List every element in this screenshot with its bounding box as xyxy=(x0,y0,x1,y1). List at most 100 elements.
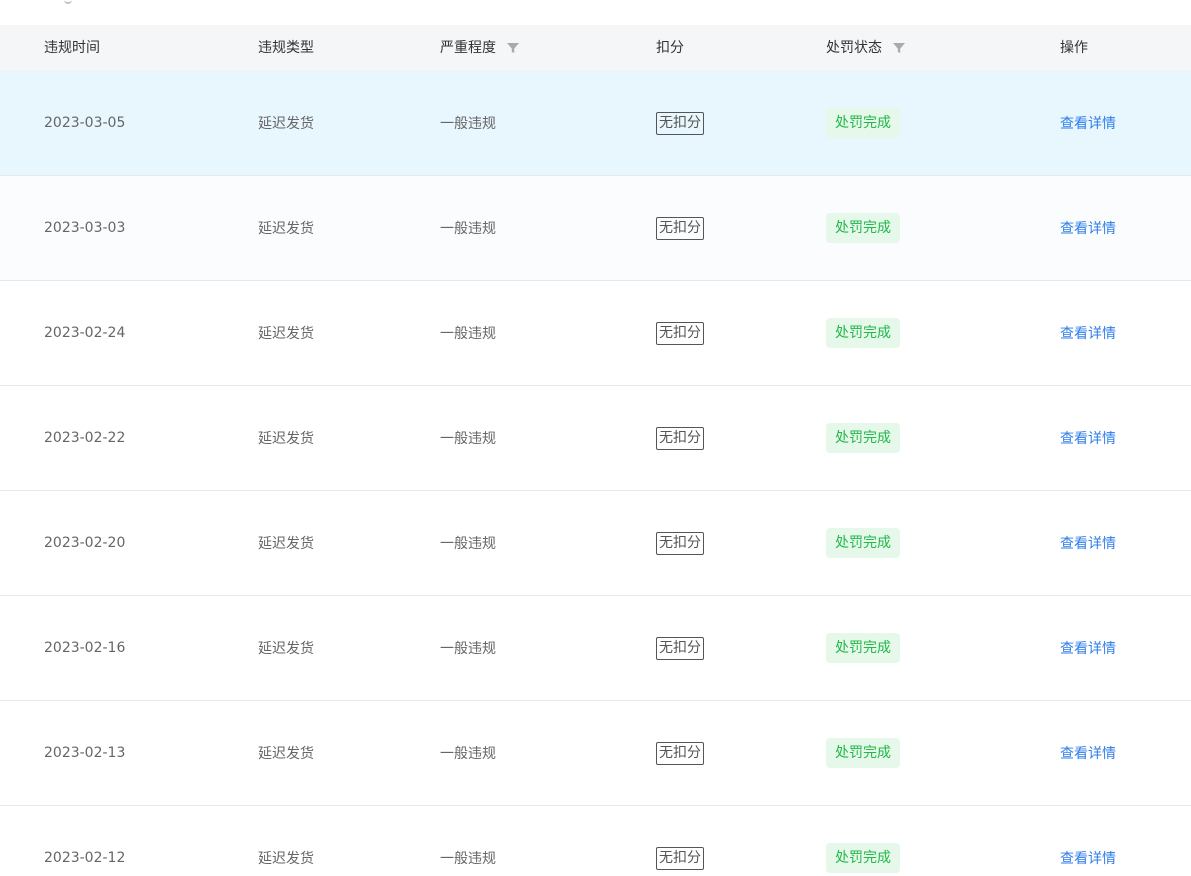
score-badge: 无扣分 xyxy=(656,321,704,345)
score-badge: 无扣分 xyxy=(656,636,704,660)
header-label: 严重程度 xyxy=(440,40,496,56)
view-details-link[interactable]: 查看详情 xyxy=(1060,428,1116,448)
cell-severity: 一般违规 xyxy=(440,851,496,867)
cell-action: 查看详情 xyxy=(1060,386,1116,490)
cell-severity: 一般违规 xyxy=(440,326,496,342)
cell-time: 2023-03-03 xyxy=(44,220,126,236)
header-violation-type: 违规类型 xyxy=(258,25,314,71)
cell-status: 处罚完成 xyxy=(826,701,900,805)
violation-records-page: 违规时间 违规类型 严重程度 扣分 处罚状态 操作 2023-03-05 延迟发… xyxy=(0,0,1191,876)
cell-time: 2023-02-24 xyxy=(44,325,126,341)
cell-severity: 一般违规 xyxy=(440,746,496,762)
cell-time: 2023-02-12 xyxy=(44,850,126,866)
status-badge: 处罚完成 xyxy=(826,318,900,348)
score-badge: 无扣分 xyxy=(656,426,704,450)
cell-action: 查看详情 xyxy=(1060,701,1116,805)
cell-severity: 一般违规 xyxy=(440,431,496,447)
cell-type: 延迟发货 xyxy=(258,641,314,657)
view-details-link[interactable]: 查看详情 xyxy=(1060,113,1116,133)
filter-icon[interactable] xyxy=(506,41,520,55)
header-deduction: 扣分 xyxy=(656,25,684,71)
view-details-link[interactable]: 查看详情 xyxy=(1060,218,1116,238)
score-badge: 无扣分 xyxy=(656,531,704,555)
score-badge: 无扣分 xyxy=(656,111,704,135)
cell-score: 无扣分 xyxy=(656,701,704,805)
cell-score: 无扣分 xyxy=(656,806,704,876)
header-penalty-status: 处罚状态 xyxy=(826,25,906,71)
filter-icon[interactable] xyxy=(892,41,906,55)
table-row[interactable]: 2023-02-20 延迟发货 一般违规 无扣分 处罚完成 查看详情 xyxy=(0,491,1191,596)
cell-action: 查看详情 xyxy=(1060,176,1116,280)
cell-type: 延迟发货 xyxy=(258,851,314,867)
cell-action: 查看详情 xyxy=(1060,71,1116,175)
cell-status: 处罚完成 xyxy=(826,176,900,280)
view-details-link[interactable]: 查看详情 xyxy=(1060,743,1116,763)
cell-score: 无扣分 xyxy=(656,491,704,595)
cell-type: 延迟发货 xyxy=(258,536,314,552)
status-badge: 处罚完成 xyxy=(826,843,900,873)
cell-action: 查看详情 xyxy=(1060,281,1116,385)
cell-severity: 一般违规 xyxy=(440,641,496,657)
header-label: 违规类型 xyxy=(258,40,314,56)
view-details-link[interactable]: 查看详情 xyxy=(1060,638,1116,658)
cell-type: 延迟发货 xyxy=(258,746,314,762)
table-row[interactable]: 2023-02-12 延迟发货 一般违规 无扣分 处罚完成 查看详情 xyxy=(0,806,1191,876)
table-row[interactable]: 2023-03-03 延迟发货 一般违规 无扣分 处罚完成 查看详情 xyxy=(0,176,1191,281)
cell-status: 处罚完成 xyxy=(826,491,900,595)
cell-status: 处罚完成 xyxy=(826,596,900,700)
table-row[interactable]: 2023-02-24 延迟发货 一般违规 无扣分 处罚完成 查看详情 xyxy=(0,281,1191,386)
cell-type: 延迟发货 xyxy=(258,221,314,237)
status-badge: 处罚完成 xyxy=(826,738,900,768)
score-badge: 无扣分 xyxy=(656,741,704,765)
cell-status: 处罚完成 xyxy=(826,386,900,490)
status-badge: 处罚完成 xyxy=(826,108,900,138)
cell-status: 处罚完成 xyxy=(826,281,900,385)
top-cut-area xyxy=(0,0,1191,25)
cell-status: 处罚完成 xyxy=(826,806,900,876)
cell-type: 延迟发货 xyxy=(258,116,314,132)
cell-time: 2023-03-05 xyxy=(44,115,126,131)
cropped-glyph xyxy=(64,0,72,4)
cell-action: 查看详情 xyxy=(1060,491,1116,595)
cell-action: 查看详情 xyxy=(1060,806,1116,876)
table-header: 违规时间 违规类型 严重程度 扣分 处罚状态 操作 xyxy=(0,25,1191,71)
score-badge: 无扣分 xyxy=(656,846,704,870)
cell-severity: 一般违规 xyxy=(440,536,496,552)
cell-status: 处罚完成 xyxy=(826,71,900,175)
header-violation-time: 违规时间 xyxy=(44,25,100,71)
view-details-link[interactable]: 查看详情 xyxy=(1060,323,1116,343)
status-badge: 处罚完成 xyxy=(826,213,900,243)
view-details-link[interactable]: 查看详情 xyxy=(1060,848,1116,868)
cell-score: 无扣分 xyxy=(656,176,704,280)
table-row[interactable]: 2023-02-16 延迟发货 一般违规 无扣分 处罚完成 查看详情 xyxy=(0,596,1191,701)
cell-time: 2023-02-13 xyxy=(44,745,126,761)
cell-type: 延迟发货 xyxy=(258,326,314,342)
view-details-link[interactable]: 查看详情 xyxy=(1060,533,1116,553)
header-label: 处罚状态 xyxy=(826,40,882,56)
cell-time: 2023-02-22 xyxy=(44,430,126,446)
cell-time: 2023-02-20 xyxy=(44,535,126,551)
cell-score: 无扣分 xyxy=(656,386,704,490)
cell-score: 无扣分 xyxy=(656,596,704,700)
header-label: 违规时间 xyxy=(44,40,100,56)
cell-action: 查看详情 xyxy=(1060,596,1116,700)
cell-time: 2023-02-16 xyxy=(44,640,126,656)
score-badge: 无扣分 xyxy=(656,216,704,240)
table-body: 2023-03-05 延迟发货 一般违规 无扣分 处罚完成 查看详情 2023-… xyxy=(0,71,1191,876)
header-label: 操作 xyxy=(1060,40,1088,56)
header-label: 扣分 xyxy=(656,40,684,56)
header-action: 操作 xyxy=(1060,25,1088,71)
cell-score: 无扣分 xyxy=(656,71,704,175)
violation-table: 违规时间 违规类型 严重程度 扣分 处罚状态 操作 2023-03-05 延迟发… xyxy=(0,25,1191,876)
table-row[interactable]: 2023-02-13 延迟发货 一般违规 无扣分 处罚完成 查看详情 xyxy=(0,701,1191,806)
status-badge: 处罚完成 xyxy=(826,528,900,558)
cell-score: 无扣分 xyxy=(656,281,704,385)
table-row[interactable]: 2023-02-22 延迟发货 一般违规 无扣分 处罚完成 查看详情 xyxy=(0,386,1191,491)
table-row[interactable]: 2023-03-05 延迟发货 一般违规 无扣分 处罚完成 查看详情 xyxy=(0,71,1191,176)
cell-severity: 一般违规 xyxy=(440,221,496,237)
status-badge: 处罚完成 xyxy=(826,423,900,453)
cell-severity: 一般违规 xyxy=(440,116,496,132)
cell-type: 延迟发货 xyxy=(258,431,314,447)
status-badge: 处罚完成 xyxy=(826,633,900,663)
header-severity: 严重程度 xyxy=(440,25,520,71)
